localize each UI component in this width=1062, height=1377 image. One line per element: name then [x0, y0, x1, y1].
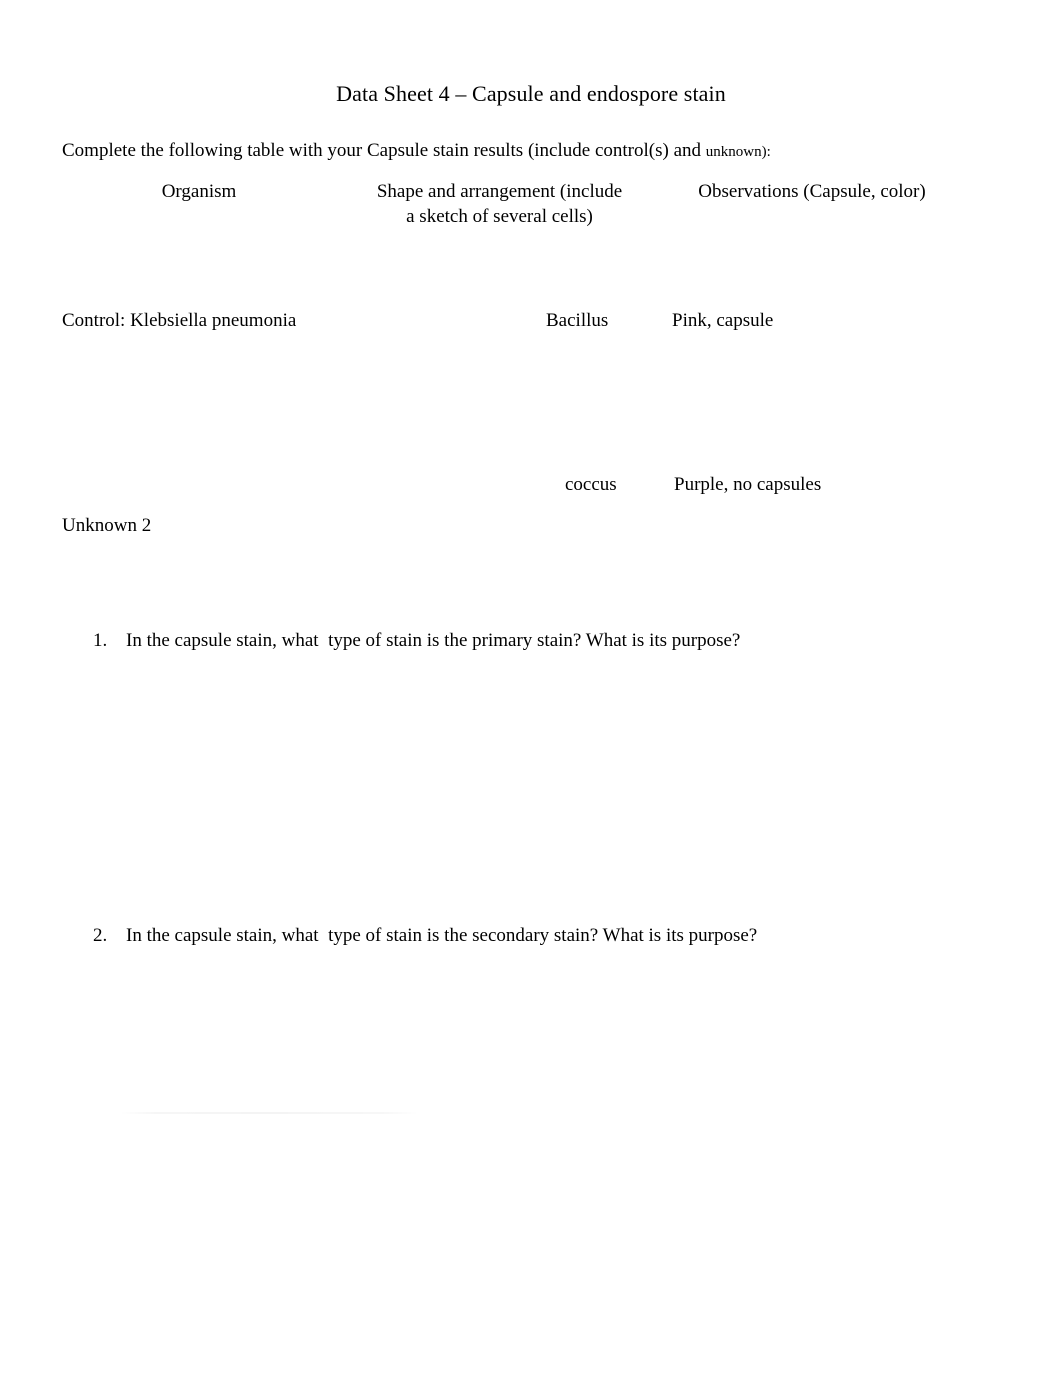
table-header-row: Organism Shape and arrangement (include … [62, 178, 982, 238]
column-header-organism: Organism [161, 181, 237, 202]
column-header-shape-line1: Shape and arrangement (include [376, 181, 623, 202]
intro-small-text: unknown): [705, 144, 771, 160]
question-1-number: 1. [93, 630, 108, 651]
page-title: Data Sheet 4 – Capsule and endospore sta… [336, 81, 726, 106]
cell-organism[interactable]: Control: Klebsiella pneumonia [62, 308, 296, 333]
question-2-text: In the capsule stain, what type of stain… [126, 925, 758, 946]
cell-organism-unknown[interactable]: Unknown 2 [62, 513, 151, 538]
question-1-text: In the capsule stain, what type of stain… [126, 630, 741, 651]
cell-observations-continued[interactable]: Purple, no capsules [674, 472, 821, 497]
cell-observations[interactable]: Pink, capsule [672, 308, 773, 333]
intro-paragraph: Complete the following table with your C… [62, 138, 771, 165]
cell-shape-continued[interactable]: coccus [565, 472, 617, 497]
column-header-shape-line2: a sketch of several cells) [406, 206, 593, 227]
column-header-shape: Shape and arrangement (include a sketch … [362, 179, 637, 229]
faint-horizontal-rule [120, 1112, 418, 1114]
intro-main-text: Complete the following table with your C… [62, 140, 706, 161]
table-row[interactable]: Control: Klebsiella pneumonia Bacillus P… [62, 238, 982, 536]
cell-shape[interactable]: Bacillus [546, 308, 608, 333]
question-2-number: 2. [93, 925, 108, 946]
capsule-stain-table: Organism Shape and arrangement (include … [62, 178, 982, 536]
document-page: Data Sheet 4 – Capsule and endospore sta… [0, 0, 1062, 1377]
column-header-observations: Observations (Capsule, color) [698, 181, 926, 202]
